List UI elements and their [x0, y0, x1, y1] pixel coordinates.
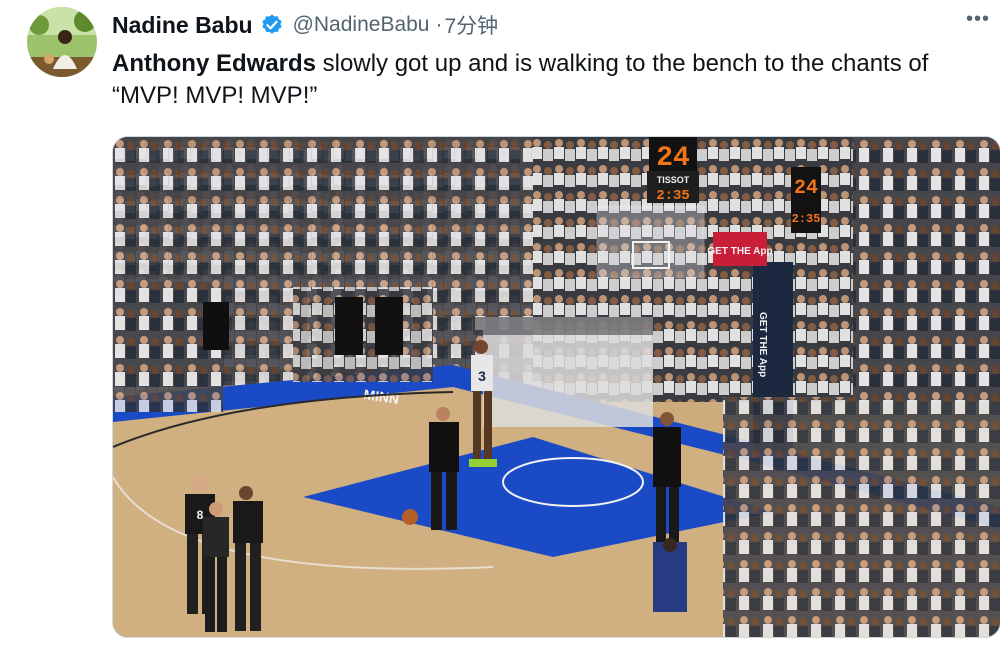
basketball-game-photo: MINN GET THE App 24 TISSOT 2:35 24 2:35 … — [113, 137, 1000, 637]
tweet-text: Anthony Edwards slowly got up and is wal… — [112, 48, 992, 112]
mentioned-name: Anthony Edwards — [112, 50, 317, 77]
author-display-name[interactable]: Nadine Babu — [112, 12, 253, 39]
verified-badge-icon — [261, 14, 282, 34]
author-handle[interactable]: @NadineBabu — [293, 13, 430, 37]
avatar-image — [27, 7, 97, 77]
header-separator: · — [435, 13, 443, 36]
more-icon[interactable]: ••• — [966, 8, 990, 31]
tweet-header: Nadine Babu @NadineBabu · 7分钟 — [112, 8, 498, 42]
author-avatar[interactable] — [27, 7, 97, 77]
tweet-media[interactable]: MINN GET THE App 24 TISSOT 2:35 24 2:35 … — [112, 136, 1000, 638]
tweet-time[interactable]: 7分钟 — [445, 10, 499, 40]
